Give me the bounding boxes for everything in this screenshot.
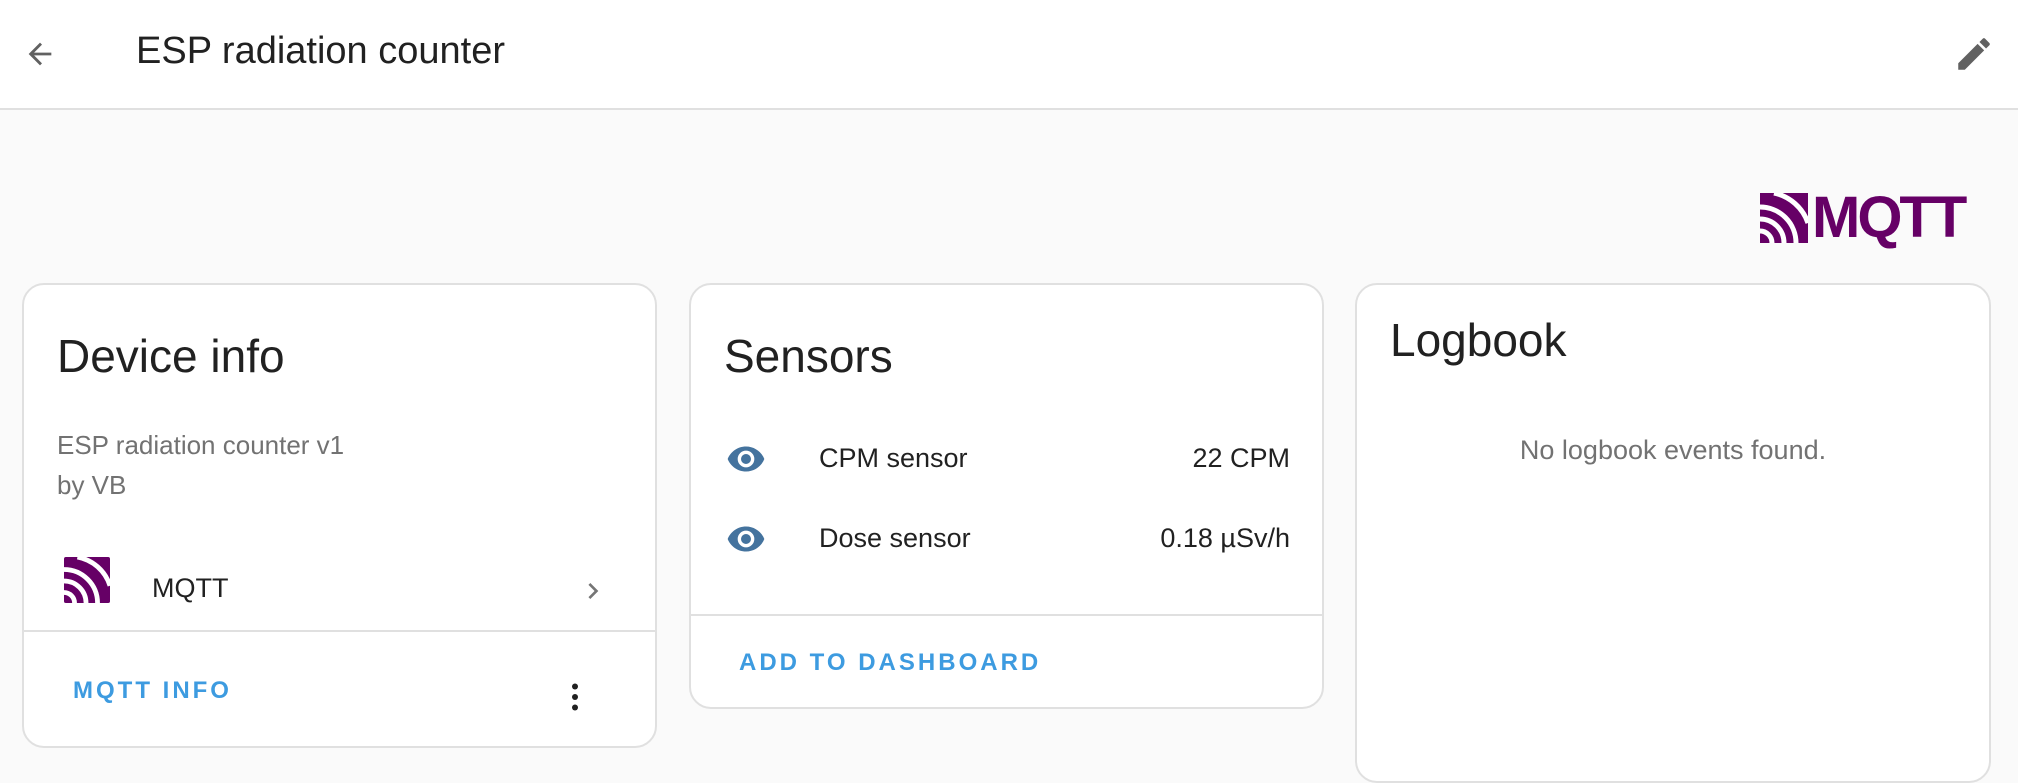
integration-link-mqtt[interactable]: MQTT: [24, 545, 655, 641]
device-model-name: ESP radiation counter v1: [57, 430, 345, 460]
device-info-title: Device info: [57, 330, 285, 382]
sensor-value: 0.18 µSv/h: [1160, 523, 1290, 553]
device-manufacturer: by VB: [57, 470, 127, 500]
sensors-title: Sensors: [724, 330, 893, 382]
sensor-value: 22 CPM: [1192, 443, 1290, 473]
arrow-left-icon: [28, 42, 52, 66]
edit-button[interactable]: [1942, 22, 2006, 86]
sensor-row-cpm[interactable]: CPM sensor 22 CPM: [691, 425, 1322, 495]
mqtt-info-button[interactable]: MQTT INFO: [73, 677, 232, 705]
pencil-icon: [1958, 38, 1990, 70]
mqtt-logo-icon: [64, 557, 110, 603]
mqtt-logo-icon: [1760, 193, 1808, 243]
sensor-name: Dose sensor: [819, 523, 971, 553]
sensor-name: CPM sensor: [819, 443, 968, 473]
eye-icon: [727, 446, 765, 472]
logbook-empty-message: No logbook events found.: [1519, 435, 1827, 465]
device-model: ESP radiation counter v1 by VB: [57, 425, 344, 505]
logbook-title: Logbook: [1390, 314, 1567, 366]
sensors-card: Sensors CPM sensor 22 CPM Dose sensor 0.…: [689, 283, 1324, 709]
chevron-right-icon: [588, 583, 599, 599]
app-toolbar: ESP radiation counter: [0, 0, 2018, 110]
device-info-card: Device info ESP radiation counter v1 by …: [22, 283, 657, 748]
overflow-menu-button[interactable]: [555, 669, 595, 725]
brand-name: MQTT: [1812, 185, 1967, 250]
sensor-row-dose[interactable]: Dose sensor 0.18 µSv/h: [691, 505, 1322, 575]
card-divider: [691, 614, 1322, 616]
logbook-card: Logbook No logbook events found.: [1355, 283, 1991, 783]
back-button[interactable]: [12, 22, 68, 86]
dots-vertical-icon: [572, 683, 578, 711]
eye-icon: [727, 526, 765, 552]
card-divider: [24, 630, 655, 632]
mqtt-brand-logo: MQTT: [1760, 185, 1982, 250]
integration-label: MQTT: [152, 573, 229, 603]
page-title: ESP radiation counter: [136, 30, 505, 72]
add-to-dashboard-button[interactable]: ADD TO DASHBOARD: [739, 649, 1041, 677]
